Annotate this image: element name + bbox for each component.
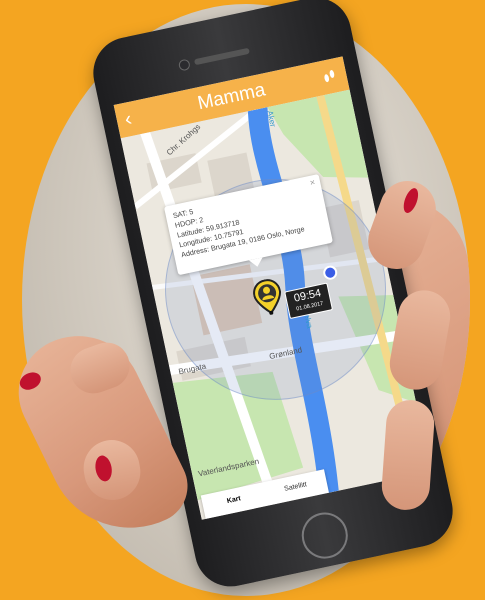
google-logo: Google	[209, 517, 247, 520]
close-icon[interactable]: ×	[309, 177, 316, 188]
footprints-icon[interactable]	[320, 67, 339, 86]
fingernail-top	[400, 186, 421, 215]
home-button[interactable]	[297, 508, 353, 563]
speaker-grille	[193, 47, 250, 66]
thumb-nail	[16, 369, 44, 394]
finger-bottom	[380, 398, 436, 512]
front-camera-icon	[177, 58, 191, 72]
fingernail-left	[93, 454, 114, 483]
